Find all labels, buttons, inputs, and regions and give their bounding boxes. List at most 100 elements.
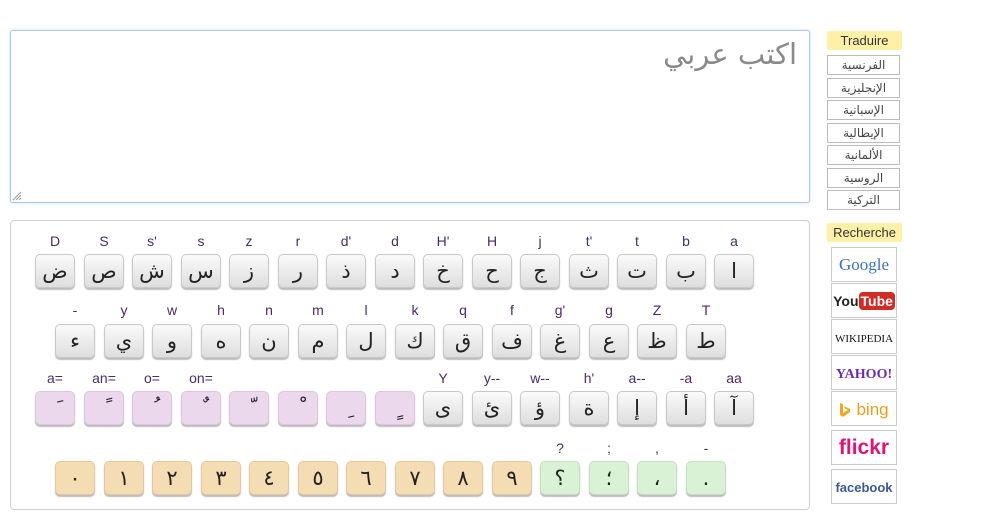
keyboard-key[interactable]: ف (492, 324, 532, 358)
keyboard-key[interactable]: ؛ (589, 461, 629, 495)
keyboard-key[interactable]: ظ (637, 324, 677, 358)
keyboard-key[interactable]: ِ (326, 391, 366, 425)
key-hint-label: w-- (530, 370, 550, 386)
keyboard-key[interactable]: ٨ (443, 461, 483, 495)
yahoo-logo-icon: YAHOO! (835, 367, 893, 382)
arabic-text-editor[interactable]: اكتب عربي (10, 30, 810, 203)
key-hint-label: t (635, 233, 639, 249)
keyboard-key[interactable]: ٍ (375, 391, 415, 425)
translate-german[interactable]: الألمانية (827, 145, 900, 165)
keyboard-key[interactable]: َ (35, 391, 75, 425)
key-hint-label: g' (554, 302, 566, 318)
google-logo-icon: Google (838, 255, 890, 274)
keyboard-key[interactable]: ر (278, 254, 318, 288)
keyboard-key[interactable]: ٦ (346, 461, 386, 495)
key-hint-label: a-- (628, 370, 646, 386)
key-hint-label: d' (340, 233, 352, 249)
key-hint-label: z (245, 233, 253, 249)
keyboard-key[interactable]: ؤ (520, 391, 560, 425)
search-wikipedia[interactable]: WIKIPEDIA (831, 319, 897, 354)
resize-handle-icon[interactable] (12, 191, 22, 201)
keyboard-key[interactable]: ، (637, 461, 677, 495)
keyboard-key[interactable]: ٠ (55, 461, 95, 495)
keyboard-key[interactable]: ن (249, 324, 289, 358)
search-bing[interactable]: bing (831, 391, 897, 426)
keyboard-key[interactable]: خ (423, 254, 463, 288)
keyboard-key[interactable]: ؟ (540, 461, 580, 495)
key-hint-label: aa (726, 370, 742, 386)
key-hint-label: , (655, 440, 659, 456)
keyboard-key[interactable]: م (298, 324, 338, 358)
translate-italian[interactable]: الإيطالية (827, 123, 900, 143)
key-hint-label: w (166, 302, 178, 318)
keyboard-key[interactable]: د (375, 254, 415, 288)
key-hint-label: m (312, 302, 324, 318)
keyboard-key[interactable]: ٧ (395, 461, 435, 495)
keyboard-key[interactable]: ٥ (298, 461, 338, 495)
keyboard-key[interactable]: ً (84, 391, 124, 425)
search-flickr[interactable]: flickr (831, 430, 897, 465)
keyboard-key[interactable]: ٌ (181, 391, 221, 425)
search-google[interactable]: Google (831, 247, 897, 282)
search-yahoo[interactable]: YAHOO! (831, 355, 897, 390)
keyboard-key[interactable]: ٣ (201, 461, 241, 495)
keyboard-key[interactable]: ب (666, 254, 706, 288)
key-hint-label: y (120, 302, 128, 318)
keyboard-key[interactable]: ة (569, 391, 609, 425)
keyboard-key[interactable]: ْ (278, 391, 318, 425)
keyboard-key[interactable]: إ (617, 391, 657, 425)
keyboard-key[interactable]: ئ (472, 391, 512, 425)
key-hint-label: -a (679, 370, 693, 386)
keyboard-key[interactable]: ا (714, 254, 754, 288)
translate-french[interactable]: الفرنسية (827, 55, 900, 75)
keyboard-key[interactable]: ش (132, 254, 172, 288)
keyboard-key[interactable]: ٤ (249, 461, 289, 495)
keyboard-key[interactable]: ٩ (492, 461, 532, 495)
key-hint-label: H (486, 233, 498, 249)
keyboard-key[interactable]: ء (55, 324, 95, 358)
keyboard-key[interactable]: آ (714, 391, 754, 425)
keyboard-key[interactable]: ك (395, 324, 435, 358)
keyboard-key[interactable]: ع (589, 324, 629, 358)
keyboard-key[interactable]: ى (423, 391, 463, 425)
keyboard-key[interactable]: ص (84, 254, 124, 288)
translate-turkish[interactable]: التركية (827, 190, 900, 210)
key-hint-label: Z (652, 302, 662, 318)
key-hint-label: D (49, 233, 61, 249)
keyboard-key[interactable]: ١ (104, 461, 144, 495)
keyboard-key[interactable]: س (181, 254, 221, 288)
keyboard-key[interactable]: . (686, 461, 726, 495)
key-hint-label: b (682, 233, 690, 249)
search-facebook[interactable]: facebook (831, 469, 897, 504)
keyboard-key[interactable]: ح (472, 254, 512, 288)
keyboard-key[interactable]: ٢ (152, 461, 192, 495)
translate-english[interactable]: الإنجليزية (827, 78, 900, 98)
keyboard-key[interactable]: ث (569, 254, 609, 288)
key-hint-label: o= (144, 370, 160, 386)
translate-spanish[interactable]: الإسبانية (827, 100, 900, 120)
keyboard-key[interactable]: غ (540, 324, 580, 358)
key-hint-label: - (703, 440, 709, 456)
keyboard-key[interactable]: ُ (132, 391, 172, 425)
keyboard-key[interactable]: ّ (229, 391, 269, 425)
key-hint-label: s (197, 233, 205, 249)
keyboard-key[interactable]: ض (35, 254, 75, 288)
keyboard-key[interactable]: ت (617, 254, 657, 288)
key-hint-label: y-- (483, 370, 501, 386)
youtube-logo-icon: You Tube (833, 292, 895, 310)
keyboard-key[interactable]: ي (104, 324, 144, 358)
key-hint-label: H' (436, 233, 450, 249)
keyboard-key[interactable]: ل (346, 324, 386, 358)
keyboard-key[interactable]: ط (686, 324, 726, 358)
keyboard-key[interactable]: ق (443, 324, 483, 358)
search-youtube[interactable]: You Tube (831, 283, 897, 318)
key-hint-label: h (217, 302, 225, 318)
keyboard-key[interactable]: ه (201, 324, 241, 358)
key-hint-label: Y (438, 370, 448, 386)
keyboard-key[interactable]: ذ (326, 254, 366, 288)
keyboard-key[interactable]: ز (229, 254, 269, 288)
translate-russian[interactable]: الروسية (827, 168, 900, 188)
keyboard-key[interactable]: أ (666, 391, 706, 425)
keyboard-key[interactable]: و (152, 324, 192, 358)
keyboard-key[interactable]: ج (520, 254, 560, 288)
